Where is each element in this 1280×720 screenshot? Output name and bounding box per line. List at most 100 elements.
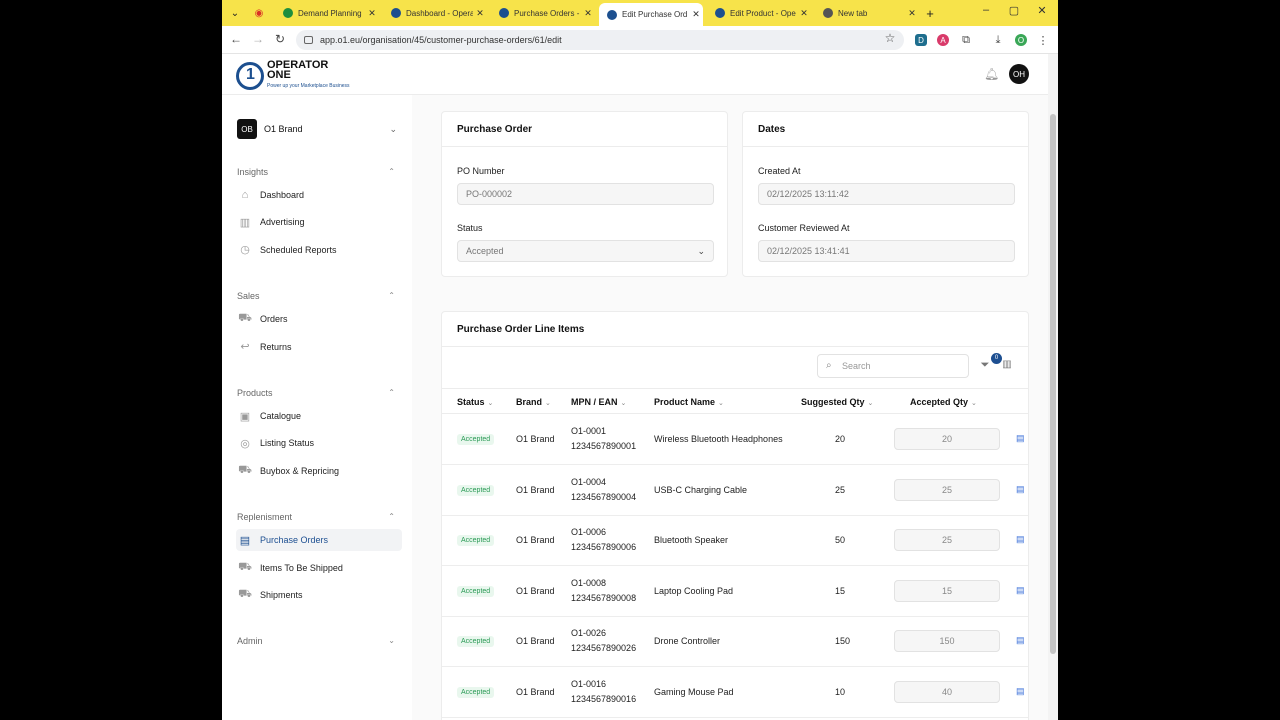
sort-icon[interactable]: ⌄ <box>718 400 724 407</box>
extension-abp-icon[interactable]: A <box>937 34 949 46</box>
table-row[interactable]: Accepted O1 Brand O1-0006 1234567890006 Blue… <box>442 516 1028 566</box>
column-header[interactable]: Product Name ⌄ <box>654 397 724 407</box>
reload-icon[interactable]: ↻ <box>272 32 288 46</box>
created-at-value: 02/12/2025 13:11:42 <box>767 189 849 199</box>
extension-d-icon[interactable]: D <box>915 34 927 46</box>
profile-icon[interactable]: O <box>1015 34 1027 46</box>
extensions-puzzle-icon[interactable]: ⧉ <box>960 34 972 46</box>
view-document-icon[interactable]: ▤ <box>1016 635 1025 645</box>
clock-icon: ◷ <box>240 244 250 257</box>
view-document-icon[interactable]: ▤ <box>1016 484 1025 494</box>
site-info-icon[interactable] <box>304 36 313 44</box>
close-window-button[interactable]: ✕ <box>1034 4 1050 17</box>
close-tab-icon[interactable]: ✕ <box>905 8 919 19</box>
columns-icon[interactable]: ▥ <box>1000 359 1014 373</box>
status-label: Status <box>457 223 483 233</box>
column-header[interactable]: Suggested Qty ⌄ <box>801 397 873 407</box>
table-row[interactable]: Accepted O1 Brand O1-0026 1234567890026 Dron… <box>442 617 1028 667</box>
search-input[interactable]: ⌕ Search <box>817 354 969 378</box>
scrollbar-thumb[interactable] <box>1050 114 1056 654</box>
tab-search-button[interactable]: ⌄ <box>227 5 243 21</box>
brand-selector[interactable]: OB O1 Brand ⌄ <box>237 119 397 139</box>
page-scrollbar[interactable] <box>1048 54 1058 720</box>
sort-icon[interactable]: ⌄ <box>621 400 627 407</box>
accepted-qty-input[interactable]: 40 <box>894 680 1000 703</box>
sort-icon[interactable]: ⌄ <box>545 400 551 407</box>
section-label: Sales <box>237 291 260 302</box>
customer-reviewed-field[interactable]: 02/12/2025 13:41:41 <box>758 240 1015 262</box>
sidebar-item-label: Purchase Orders <box>260 535 329 546</box>
created-at-field[interactable]: 02/12/2025 13:11:42 <box>758 183 1015 205</box>
status-select-value: Accepted <box>466 246 504 256</box>
close-tab-icon[interactable]: ✕ <box>689 9 703 20</box>
download-icon[interactable]: ⤓ <box>992 34 1004 46</box>
sidebar-item-items-to-be-shipped[interactable]: ⛟ Items To Be Shipped <box>236 557 402 579</box>
browser-tab[interactable]: Purchase Orders - ✕ <box>491 3 595 23</box>
close-tab-icon[interactable]: ✕ <box>365 8 379 19</box>
table-row[interactable]: Accepted O1 Brand O1-0016 1234567890016 Gami… <box>442 667 1028 718</box>
status-badge: Accepted <box>457 484 495 496</box>
sort-icon[interactable]: ⌄ <box>868 400 874 407</box>
browser-tab[interactable]: Dashboard - Opera ✕ <box>383 3 487 23</box>
maximize-button[interactable]: ▢ <box>1006 4 1022 17</box>
sidebar-section-sales[interactable]: Sales ⌃ <box>237 291 395 301</box>
sidebar-item-scheduled-reports[interactable]: ◷ Scheduled Reports <box>236 239 402 261</box>
close-tab-icon[interactable]: ✕ <box>473 8 487 19</box>
po-number-field[interactable]: PO-000002 <box>457 183 714 205</box>
sidebar-item-buybox-repricing[interactable]: ⛟ Buybox & Repricing <box>236 460 402 482</box>
record-icon[interactable]: ◉ <box>251 5 267 21</box>
back-icon[interactable]: ← <box>228 32 244 46</box>
column-header[interactable]: Brand ⌄ <box>516 397 551 407</box>
table-row[interactable]: Accepted O1 Brand O1-0004 1234567890004 USB-… <box>442 465 1028 516</box>
sidebar-section-products[interactable]: Products ⌃ <box>237 388 395 398</box>
sidebar-section-replenisment[interactable]: Replenisment ⌃ <box>237 512 395 522</box>
section-label: Insights <box>237 167 269 177</box>
table-row[interactable]: Accepted O1 Brand O1-0001 1234567890001 Wire… <box>442 415 1028 465</box>
url-field[interactable]: app.o1.eu/organisation/45/customer-purch… <box>296 30 904 50</box>
accepted-qty-input[interactable]: 150 <box>894 630 1000 652</box>
status-select[interactable]: Accepted ⌄ <box>457 240 714 262</box>
column-header[interactable]: Status ⌄ <box>457 397 493 407</box>
column-header[interactable]: Accepted Qty ⌄ <box>910 397 977 407</box>
operator-one-logo[interactable]: OPERATOR ONE Power up your Marketplace B… <box>236 60 350 91</box>
accepted-qty-input[interactable]: 20 <box>894 428 1000 450</box>
table-row[interactable]: Accepted O1 Brand O1-0008 1234567890008 Lapt… <box>442 566 1028 617</box>
bookmark-star-icon[interactable]: ☆ <box>882 31 898 45</box>
accepted-qty-input[interactable]: 15 <box>894 579 1000 602</box>
sidebar-item-advertising[interactable]: ▥ Advertising <box>236 211 402 233</box>
bell-icon[interactable]: 🔔︎ <box>984 67 999 81</box>
browser-tab[interactable]: Demand Planning ✕ <box>275 3 379 23</box>
sidebar-item-catalogue[interactable]: ▣ Catalogue <box>236 405 402 427</box>
view-document-icon[interactable]: ▤ <box>1016 433 1025 443</box>
sidebar-item-returns[interactable]: ↩ Returns <box>236 336 402 358</box>
sidebar-item-dashboard[interactable]: ⌂ Dashboard <box>236 184 402 206</box>
sidebar-item-purchase-orders[interactable]: ▤ Purchase Orders <box>236 529 402 552</box>
browser-tab[interactable]: Edit Purchase Ord ✕ <box>599 3 703 26</box>
view-document-icon[interactable]: ▤ <box>1016 534 1025 544</box>
browser-menu-icon[interactable]: ⋮ <box>1037 34 1049 47</box>
sidebar-item-orders[interactable]: ⛟ Orders <box>236 308 402 330</box>
accepted-qty-input[interactable]: 25 <box>894 478 1000 501</box>
minimize-button[interactable]: – <box>978 4 994 16</box>
sort-icon[interactable]: ⌄ <box>488 400 494 407</box>
column-header[interactable]: MPN / EAN ⌄ <box>571 397 626 407</box>
sort-icon[interactable]: ⌄ <box>971 400 977 407</box>
avatar[interactable]: OH <box>1009 64 1029 84</box>
new-tab-button[interactable]: + <box>922 5 938 21</box>
forward-icon[interactable]: → <box>250 32 266 46</box>
filter-icon[interactable]: ⏷ <box>978 359 992 373</box>
home-icon: ⌂ <box>241 189 249 201</box>
sidebar-section-insights[interactable]: Insights ⌃ <box>237 167 395 177</box>
section-label: Admin <box>237 636 263 647</box>
sidebar-item-listing-status[interactable]: ◎ Listing Status <box>236 432 402 454</box>
logo-line2: ONE <box>267 69 291 81</box>
close-tab-icon[interactable]: ✕ <box>797 8 811 19</box>
sidebar-item-shipments[interactable]: ⛟ Shipments <box>236 584 402 606</box>
view-document-icon[interactable]: ▤ <box>1016 585 1025 595</box>
browser-tab[interactable]: New tab ✕ <box>815 3 919 23</box>
browser-tab[interactable]: Edit Product - Ope ✕ <box>707 3 811 23</box>
accepted-qty-input[interactable]: 25 <box>894 529 1000 551</box>
sidebar-section-admin[interactable]: Admin ⌄ <box>237 636 395 646</box>
view-document-icon[interactable]: ▤ <box>1016 686 1025 696</box>
close-tab-icon[interactable]: ✕ <box>581 8 595 19</box>
